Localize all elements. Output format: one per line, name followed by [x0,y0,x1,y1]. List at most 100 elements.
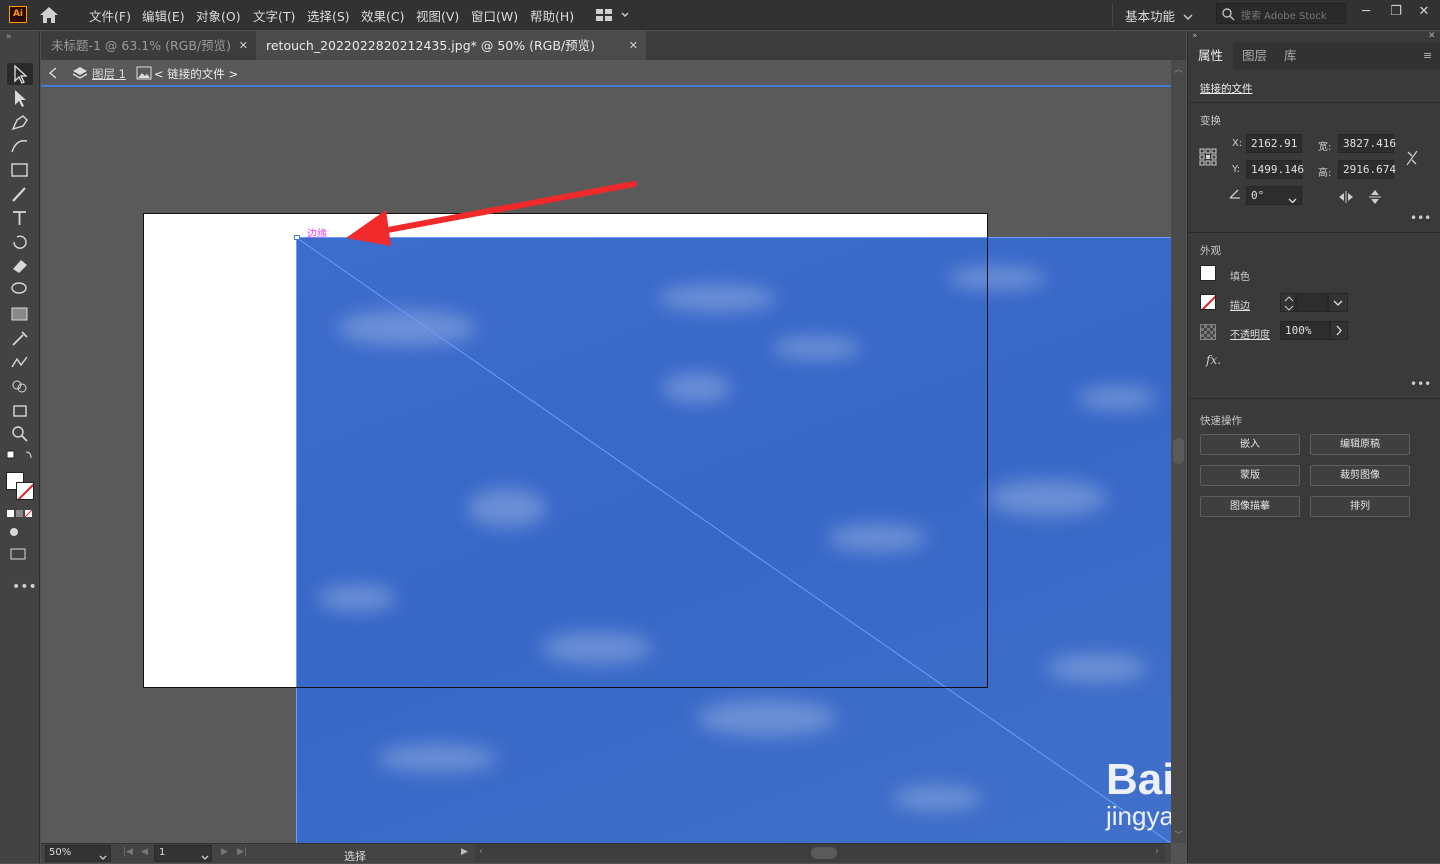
paintbrush-tool-icon[interactable] [7,183,33,205]
swap-colors-icon[interactable] [6,449,33,463]
image-bounds [296,237,988,688]
breadcrumb-item[interactable]: < 链接的文件 > [154,66,238,82]
lasso-tool-icon[interactable] [7,279,33,301]
curvature-tool-icon[interactable] [7,135,33,157]
constrain-proportions-icon[interactable] [1404,149,1420,170]
chevron-down-icon[interactable] [1183,10,1193,20]
shape-builder-tool-icon[interactable] [7,375,33,397]
panel-collapse-icon[interactable]: » [6,32,12,42]
rotate-tool-icon[interactable] [7,231,33,253]
breadcrumb-layer[interactable]: 图层 1 [92,66,126,82]
first-artboard-icon[interactable]: |◀ [123,847,133,857]
scroll-down-icon[interactable]: ﹀ [1174,828,1183,841]
close-icon[interactable]: ✕ [239,31,248,60]
stroke-weight-dropdown[interactable] [1328,293,1348,312]
stroke-swatch[interactable] [16,482,34,500]
arrange-documents-icon[interactable] [596,8,630,22]
reference-point-icon[interactable] [1199,148,1217,169]
stock-search-input[interactable]: 搜索 Adobe Stock [1216,3,1346,24]
scroll-right-icon[interactable]: › [1155,846,1159,857]
menu-edit[interactable]: 编辑(E) [142,6,185,25]
menu-view[interactable]: 视图(V) [416,6,459,25]
type-tool-icon[interactable] [7,207,33,229]
chevron-down-icon[interactable] [99,850,107,864]
menu-help[interactable]: 帮助(H) [530,6,574,25]
panel-close-icon[interactable]: ✕ [1428,31,1436,41]
workspace-switcher[interactable]: 基本功能 [1125,6,1175,25]
more-options-icon[interactable]: ••• [1410,377,1431,391]
rectangle-tool-icon[interactable] [7,159,33,181]
mask-button[interactable]: 蒙版 [1200,465,1300,486]
selection-tool-icon[interactable] [7,63,33,85]
scroll-left-icon[interactable]: ‹ [479,846,483,857]
menu-select[interactable]: 选择(S) [307,6,350,25]
canvas[interactable]: 边缘 Bai du 经验 jingyan.baidu.com [41,88,1171,843]
horizontal-scroll-thumb[interactable] [811,847,837,859]
width-field[interactable]: 3827.416 [1338,134,1396,153]
vertical-scroll-thumb[interactable] [1173,438,1184,464]
back-arrow-icon[interactable] [47,66,61,83]
panel-collapse-icon[interactable]: » [1192,31,1198,41]
opacity-label[interactable]: 不透明度 [1230,326,1270,341]
fill-color-swatch[interactable] [1200,265,1216,281]
gradient-tool-icon[interactable] [7,303,33,325]
pen-tool-icon[interactable] [7,111,33,133]
menu-type[interactable]: 文字(T) [253,6,295,25]
more-options-icon[interactable]: ••• [1410,211,1431,225]
zoom-tool-icon[interactable] [7,423,33,445]
scroll-up-icon[interactable]: ︿ [1174,62,1183,75]
stroke-label[interactable]: 描边 [1230,297,1250,312]
crop-image-button[interactable]: 裁剪图像 [1310,465,1410,486]
close-icon[interactable]: ✕ [629,31,638,60]
status-menu-icon[interactable]: ▶ [461,847,468,857]
minimize-button[interactable]: ─ [1352,0,1380,26]
watermark: Bai du 经验 jingyan.baidu.com [1101,703,1171,838]
menu-file[interactable]: 文件(F) [89,6,131,25]
edit-original-button[interactable]: 编辑原稿 [1310,434,1410,455]
flip-horizontal-icon[interactable] [1338,190,1354,207]
home-icon[interactable] [38,5,60,25]
stroke-weight-stepper[interactable] [1280,293,1296,312]
y-field[interactable]: 1499.146 [1246,160,1304,179]
chevron-right-icon[interactable] [1330,321,1348,340]
artboard-tool-icon[interactable] [7,399,33,421]
direct-selection-tool-icon[interactable] [7,87,33,109]
eyedropper-tool-icon[interactable] [7,327,33,349]
stroke-color-swatch[interactable] [1200,294,1216,310]
panel-menu-icon[interactable]: ≡ [1423,49,1432,62]
menu-window[interactable]: 窗口(W) [471,6,518,25]
puppet-warp-tool-icon[interactable] [7,351,33,373]
restore-button[interactable]: ❐ [1382,0,1410,26]
flip-vertical-icon[interactable] [1368,189,1382,208]
image-trace-button[interactable]: 图像描摹 [1200,496,1300,517]
embed-button[interactable]: 嵌入 [1200,434,1300,455]
arrange-button[interactable]: 排列 [1310,496,1410,517]
close-window-button[interactable]: ✕ [1410,0,1438,26]
tab-libraries[interactable]: 库 [1274,43,1307,69]
chevron-down-icon[interactable] [201,850,209,864]
eraser-tool-icon[interactable] [7,255,33,277]
tab-properties[interactable]: 属性 [1188,43,1234,69]
last-artboard-icon[interactable]: ▶| [237,847,247,857]
more-tools-icon[interactable]: ••• [12,579,37,595]
menu-object[interactable]: 对象(O) [196,6,241,25]
vertical-scrollbar[interactable]: ︿ ﹀ [1171,60,1186,843]
opacity-field[interactable]: 100% [1280,321,1330,340]
stroke-weight-field[interactable] [1296,293,1328,312]
color-mode-icon[interactable] [7,508,33,518]
screen-mode-icon[interactable] [7,547,33,561]
chevron-down-icon[interactable] [1288,193,1297,207]
menu-effect[interactable]: 效果(C) [361,6,404,25]
x-field[interactable]: 2162.91 [1246,134,1302,153]
prev-artboard-icon[interactable]: ◀ [141,847,148,857]
horizontal-scrollbar[interactable]: ‹ › [475,844,1165,862]
anchor-point[interactable] [294,235,300,240]
draw-mode-icon[interactable] [7,525,33,539]
next-artboard-icon[interactable]: ▶ [221,847,228,857]
height-field[interactable]: 2916.674 [1338,160,1396,179]
opacity-icon [1200,324,1216,340]
fx-icon[interactable]: fx. [1206,353,1221,367]
tab-untitled[interactable]: 未标题-1 @ 63.1% (RGB/预览) ✕ [41,31,256,60]
tab-retouch[interactable]: retouch_2022022820212435.jpg* @ 50% (RGB… [256,31,646,60]
tab-layers[interactable]: 图层 [1232,43,1277,69]
